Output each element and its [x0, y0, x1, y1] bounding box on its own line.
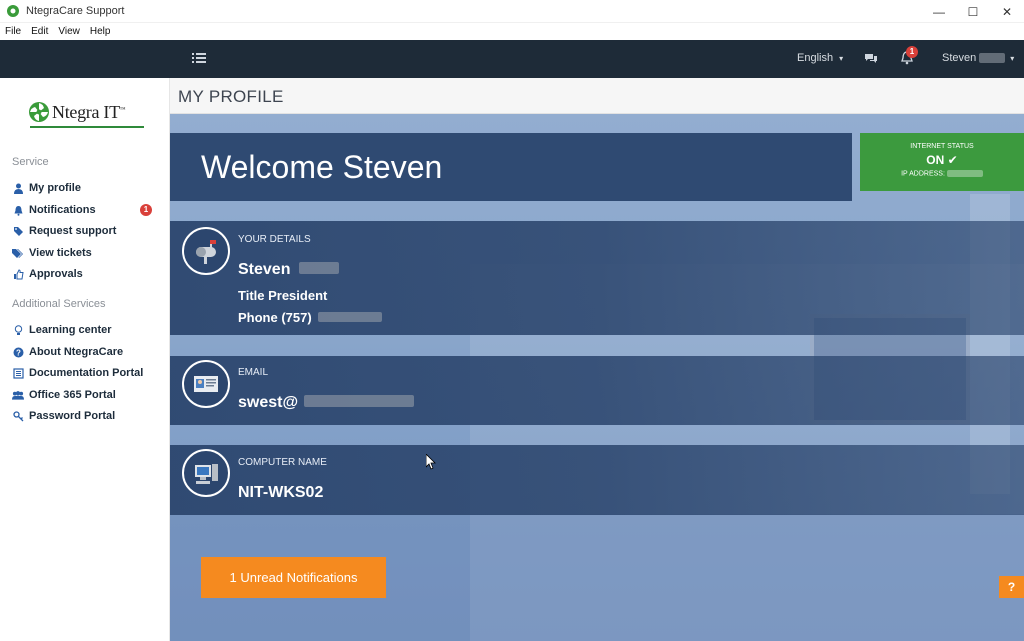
- sidebar-item-label: My profile: [29, 182, 81, 194]
- internet-status-label: INTERNET STATUS: [910, 143, 974, 150]
- sidebar-item-approvals[interactable]: Approvals: [12, 265, 162, 283]
- section-title-service: Service: [12, 156, 49, 168]
- menu-file[interactable]: File: [0, 26, 26, 37]
- menu-view[interactable]: View: [53, 26, 85, 37]
- mailbox-icon: [182, 227, 230, 275]
- details-card: YOUR DETAILS Steven Title President Phon…: [170, 221, 1024, 335]
- email-value: swest@: [238, 394, 414, 412]
- logo-underline: [30, 126, 144, 128]
- sidebar-item-label: Office 365 Portal: [29, 389, 116, 401]
- internet-status-value: ON ✔: [926, 153, 958, 167]
- computer-card: COMPUTER NAME NIT-WKS02: [170, 445, 1024, 515]
- key-icon: [12, 410, 24, 422]
- window-titlebar: NtegraCare Support — ☐ ✕: [0, 0, 1024, 23]
- profile-content: Welcome Steven INTERNET STATUS ON ✔ IP A…: [170, 114, 1024, 641]
- sidebar-item-label: Learning center: [29, 324, 112, 336]
- app-icon: [7, 5, 19, 17]
- sidebar-item-label: About NtegraCare: [29, 346, 124, 358]
- sidebar-item-label: Approvals: [29, 268, 83, 280]
- svg-text:?: ?: [16, 348, 21, 357]
- chevron-down-icon: ▾: [1010, 53, 1015, 63]
- close-button[interactable]: ✕: [990, 0, 1024, 23]
- sidebar-item-label: Documentation Portal: [29, 367, 144, 379]
- ntegra-logo[interactable]: Ntegra IT™: [28, 94, 146, 130]
- ip-address: IP ADDRESS:: [860, 170, 1024, 177]
- sidebar-item-label: Request support: [29, 225, 117, 237]
- chevron-down-icon: ▾: [839, 54, 844, 63]
- tags-icon: [12, 247, 24, 259]
- page-title: MY PROFILE: [178, 87, 284, 106]
- redacted-surname: [298, 262, 339, 274]
- user-icon: [12, 182, 24, 194]
- email-label: EMAIL: [238, 367, 269, 378]
- sidebar-item-label: View tickets: [29, 247, 92, 259]
- sidebar-item-password-portal[interactable]: Password Portal: [12, 407, 162, 425]
- id-card-icon: [182, 360, 230, 408]
- thumbs-up-icon: [12, 268, 24, 280]
- computer-name: NIT-WKS02: [238, 484, 324, 501]
- details-label: YOUR DETAILS: [238, 234, 311, 245]
- welcome-text: Welcome Steven: [201, 149, 443, 185]
- question-circle-icon: ?: [12, 346, 24, 358]
- sidebar-item-request-support[interactable]: Request support: [12, 222, 162, 240]
- redacted-surname: [979, 53, 1006, 63]
- sidebar-item-learning-center[interactable]: Learning center: [12, 321, 162, 339]
- sidebar-item-label: Notifications: [29, 204, 96, 216]
- window-title: NtegraCare Support: [26, 5, 125, 17]
- language-dropdown[interactable]: English ▾: [797, 52, 843, 64]
- redacted-ip: [946, 170, 983, 177]
- sidebar: Ntegra IT™ Service My profile Notificati…: [0, 78, 170, 641]
- redacted-email-domain: [303, 395, 414, 407]
- bell-icon: [12, 204, 24, 216]
- logo-mark-icon: [29, 102, 49, 122]
- notification-badge: 1: [140, 204, 152, 216]
- sidebar-item-notifications[interactable]: Notifications 1: [12, 201, 162, 219]
- sidebar-item-label: Password Portal: [29, 410, 116, 422]
- computer-icon: [182, 449, 230, 497]
- computer-label: COMPUTER NAME: [238, 457, 327, 468]
- check-icon: ✔: [947, 153, 958, 167]
- help-button[interactable]: ?: [999, 576, 1024, 598]
- top-navbar: English ▾ 1 Steven ▾: [0, 40, 1024, 78]
- logo-text: Ntegra IT™: [52, 101, 126, 122]
- language-label: English: [797, 52, 834, 64]
- minimize-button[interactable]: —: [922, 0, 956, 23]
- sidebar-item-office365-portal[interactable]: Office 365 Portal: [12, 386, 162, 404]
- user-name: Steven: [942, 52, 977, 64]
- section-title-additional: Additional Services: [12, 298, 106, 310]
- sidebar-item-about-ntegracare[interactable]: ? About NtegraCare: [12, 343, 162, 361]
- email-card: EMAIL swest@: [170, 356, 1024, 425]
- unread-notifications-button[interactable]: 1 Unread Notifications: [201, 557, 386, 598]
- menu-help[interactable]: Help: [85, 26, 116, 37]
- menu-toggle-icon[interactable]: [192, 52, 206, 64]
- user-menu[interactable]: Steven ▾: [942, 52, 1014, 64]
- maximize-button[interactable]: ☐: [956, 0, 990, 23]
- user-fullname: Steven: [238, 261, 339, 279]
- user-title: Title President: [238, 288, 328, 303]
- chat-icon[interactable]: [864, 52, 878, 64]
- user-phone: Phone (757): [238, 310, 383, 325]
- sidebar-item-view-tickets[interactable]: View tickets: [12, 244, 162, 262]
- document-icon: [12, 367, 24, 379]
- page-header: MY PROFILE: [170, 78, 1024, 114]
- menubar: File Edit View Help: [0, 23, 1024, 40]
- welcome-banner: Welcome Steven: [170, 133, 852, 201]
- tag-icon: [12, 225, 24, 237]
- users-icon: [12, 389, 24, 401]
- internet-status-panel: INTERNET STATUS ON ✔ IP ADDRESS:: [860, 133, 1024, 191]
- menu-edit[interactable]: Edit: [26, 26, 53, 37]
- sidebar-item-documentation-portal[interactable]: Documentation Portal: [12, 364, 162, 382]
- sidebar-item-my-profile[interactable]: My profile: [12, 179, 162, 197]
- lightbulb-icon: [12, 324, 24, 336]
- notification-count-badge: 1: [906, 46, 918, 58]
- redacted-phone: [318, 312, 383, 322]
- mouse-cursor-icon: [426, 454, 436, 470]
